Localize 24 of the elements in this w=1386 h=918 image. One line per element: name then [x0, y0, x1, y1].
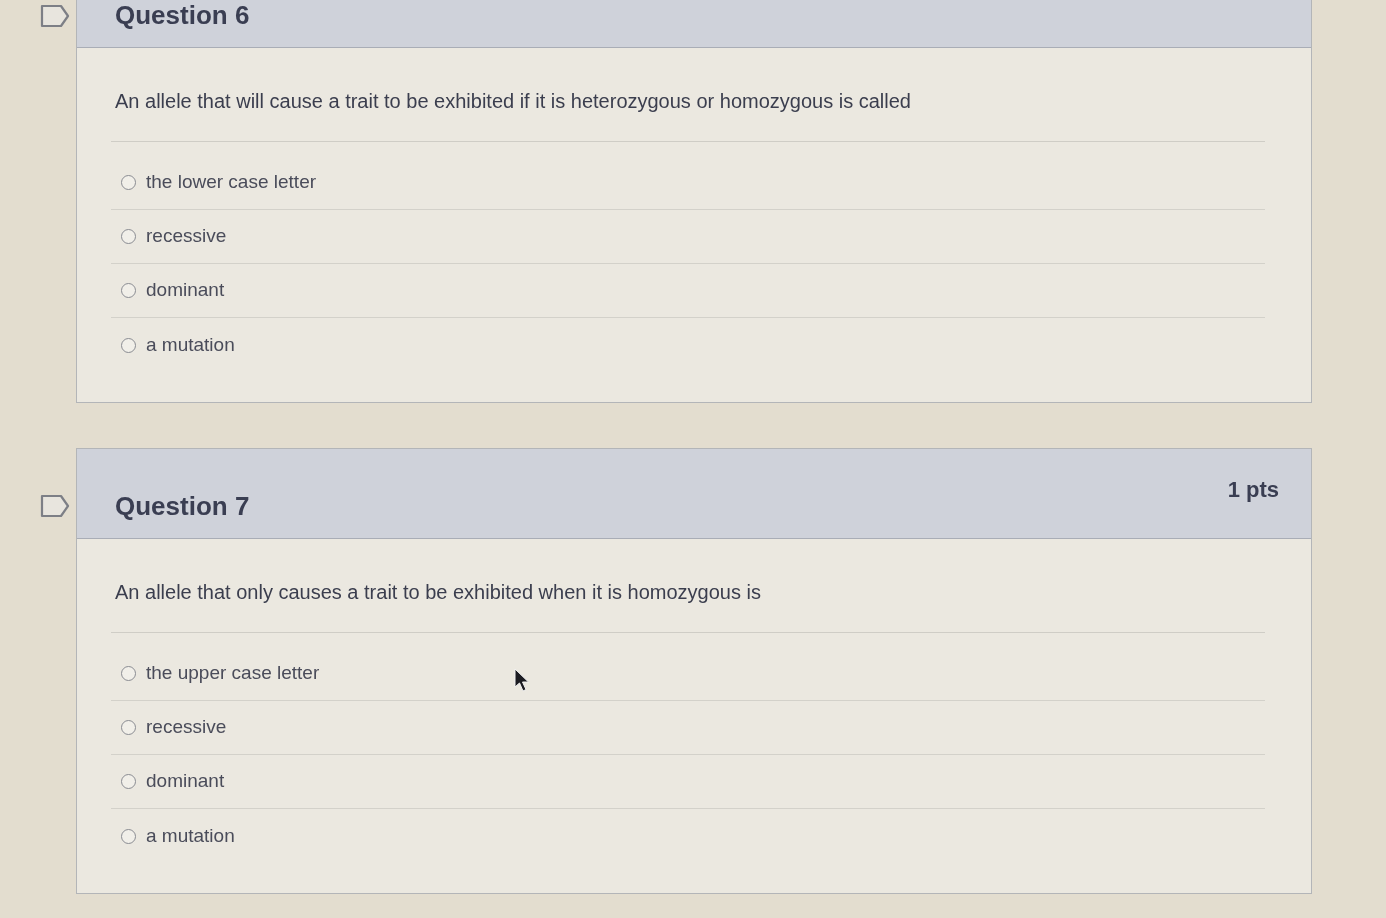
answer-label[interactable]: a mutation [146, 330, 235, 360]
answer-label[interactable]: dominant [146, 276, 225, 305]
answer-label[interactable]: recessive [146, 713, 227, 742]
radio-button[interactable] [121, 828, 136, 844]
radio-button[interactable] [121, 283, 136, 298]
question-text: An allele that will cause a trait to be exhibited if it is heterozygous or homozygous is called [115, 89, 912, 114]
answer-label[interactable]: the lower case letter [146, 168, 317, 197]
radio-button[interactable] [121, 720, 136, 735]
mouse-pointer-icon [514, 668, 530, 693]
flag-icon[interactable] [40, 494, 70, 518]
question-title: Question 6 [115, 0, 250, 32]
answer-label[interactable]: recessive [146, 222, 227, 251]
radio-button[interactable] [121, 337, 136, 353]
flag-icon[interactable] [40, 4, 70, 28]
radio-button[interactable] [121, 666, 136, 681]
radio-button[interactable] [121, 175, 136, 190]
answer-label[interactable]: a mutation [146, 821, 235, 851]
radio-button[interactable] [121, 229, 136, 244]
question-title: Question 7 [115, 490, 250, 523]
radio-button[interactable] [121, 774, 136, 789]
answer-label[interactable]: dominant [146, 767, 225, 796]
answer-label[interactable]: the upper case letter [146, 659, 320, 688]
points-label: 1 pts [1227, 476, 1279, 504]
question-text: An allele that only causes a trait to be exhibited when it is homozygous is [115, 580, 762, 605]
